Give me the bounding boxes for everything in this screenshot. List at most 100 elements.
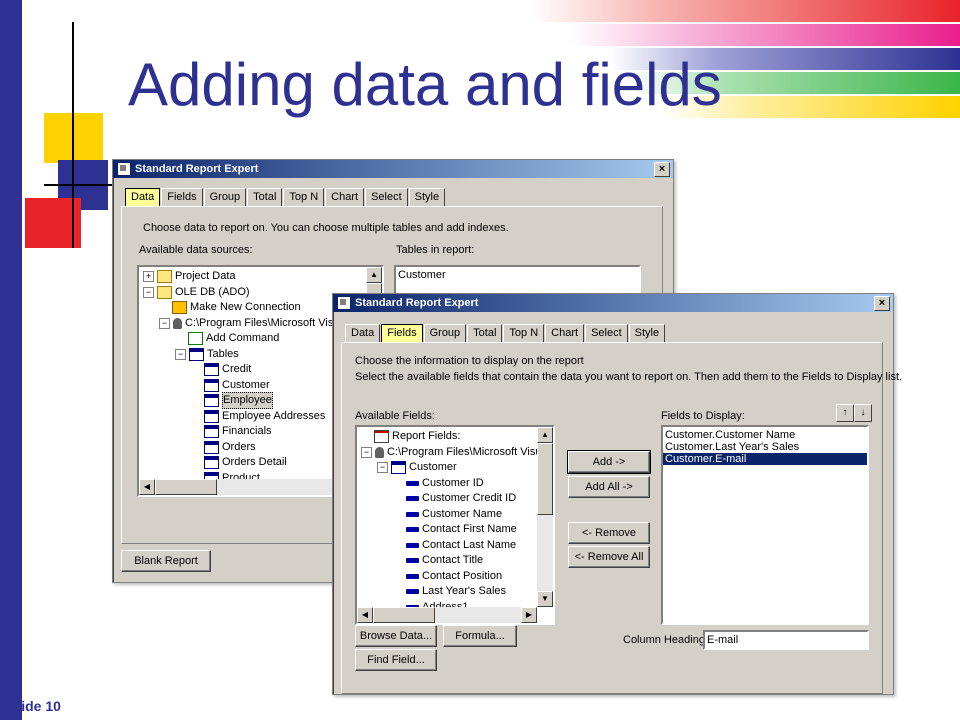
tree-item[interactable]: Customer bbox=[191, 378, 270, 393]
tab-group[interactable]: Group bbox=[203, 188, 247, 207]
tree-item[interactable]: Last Year's Sales bbox=[393, 584, 506, 599]
tree-item-label: Orders Detail bbox=[222, 456, 287, 468]
tree-item[interactable]: Address1 bbox=[393, 600, 468, 607]
tab-fields[interactable]: Fields bbox=[381, 324, 423, 343]
tab-total[interactable]: Total bbox=[247, 188, 283, 207]
field-icon bbox=[406, 558, 419, 563]
tree-item-label: Contact Position bbox=[422, 569, 503, 582]
add-button[interactable]: Add -> bbox=[567, 450, 651, 474]
tab-select[interactable]: Select bbox=[585, 324, 628, 343]
tree-item[interactable]: Employee Addresses bbox=[191, 409, 325, 424]
tree-item[interactable]: Contact Position bbox=[393, 569, 502, 584]
tree-item[interactable]: + Project Data bbox=[143, 269, 236, 284]
tab-group[interactable]: Group bbox=[423, 324, 467, 343]
field-icon bbox=[406, 573, 419, 579]
tree-item-label: OLE DB (ADO) bbox=[175, 285, 250, 298]
window-title: Standard Report Expert bbox=[135, 163, 259, 175]
tab-fields[interactable]: Fields bbox=[161, 188, 203, 207]
find-field-button[interactable]: Find Field... bbox=[355, 649, 437, 671]
database-icon bbox=[375, 446, 384, 458]
tree-item[interactable]: Contact Title bbox=[393, 553, 483, 568]
tree-item[interactable]: Financials bbox=[191, 424, 272, 439]
expand-icon[interactable]: + bbox=[143, 271, 154, 282]
tree-item[interactable]: − C:\Program Files\Microsoft Vis bbox=[159, 316, 333, 331]
table-icon bbox=[204, 394, 219, 407]
scroll-right-icon[interactable]: ▶ bbox=[521, 607, 537, 623]
add-all-button[interactable]: Add All -> bbox=[568, 476, 650, 498]
scroll-up-icon[interactable]: ▲ bbox=[537, 427, 553, 443]
scroll-thumb[interactable] bbox=[155, 479, 217, 495]
column-heading-input[interactable]: E-mail bbox=[703, 630, 869, 650]
tree-item[interactable]: − Tables bbox=[175, 347, 239, 362]
front-report-expert-window: Standard Report Expert × Data Fields Group… bbox=[332, 293, 902, 695]
tree-item[interactable]: Contact Last Name bbox=[393, 538, 516, 553]
remove-all-button[interactable]: <- Remove All bbox=[568, 546, 650, 568]
folder-icon bbox=[157, 270, 172, 283]
tab-top-n[interactable]: Top N bbox=[283, 188, 325, 207]
tab-top-n[interactable]: Top N bbox=[503, 324, 545, 343]
fields-to-display-list[interactable]: Customer.Customer Name Customer.Last Year… bbox=[661, 425, 869, 625]
horizontal-scrollbar[interactable]: ◀▶ bbox=[357, 607, 537, 623]
tree-item[interactable]: Customer Name bbox=[393, 507, 502, 522]
tree-item[interactable]: Make New Connection bbox=[159, 300, 301, 315]
tree-item[interactable]: Report Fields: bbox=[361, 429, 460, 444]
tab-data[interactable]: Data bbox=[345, 324, 381, 343]
app-icon bbox=[117, 162, 131, 176]
scroll-thumb[interactable] bbox=[373, 607, 435, 623]
move-up-button[interactable]: ↑ bbox=[836, 404, 854, 422]
blank-report-button[interactable]: Blank Report bbox=[121, 550, 211, 572]
tab-chart[interactable]: Chart bbox=[545, 324, 585, 343]
vertical-line-decoration bbox=[72, 22, 74, 248]
available-fields-tree[interactable]: Report Fields: − C:\Program Files\Microsof… bbox=[355, 425, 555, 625]
tab-select[interactable]: Select bbox=[365, 188, 408, 207]
back-window-titlebar[interactable]: Standard Report Expert bbox=[113, 160, 673, 178]
tab-total[interactable]: Total bbox=[467, 324, 503, 343]
front-window-titlebar[interactable]: Standard Report Expert bbox=[333, 294, 893, 312]
tab-style[interactable]: Style bbox=[408, 188, 446, 207]
tree-item[interactable]: Product bbox=[191, 471, 260, 479]
list-item[interactable]: Customer.E-mail bbox=[663, 453, 867, 465]
tree-item[interactable]: Contact First Name bbox=[393, 522, 517, 537]
tab-chart[interactable]: Chart bbox=[325, 188, 365, 207]
tree-item[interactable]: Orders bbox=[191, 440, 256, 455]
collapse-icon[interactable]: − bbox=[143, 286, 154, 298]
instruction-text: Choose data to report on. You can choose… bbox=[143, 222, 509, 234]
list-item[interactable]: Customer bbox=[396, 269, 639, 281]
tree-item[interactable]: − Customer bbox=[377, 460, 457, 475]
browse-data-button[interactable]: Browse Data... bbox=[355, 625, 437, 647]
scroll-left-icon[interactable]: ◀ bbox=[357, 607, 373, 623]
scroll-left-icon[interactable]: ◀ bbox=[139, 479, 155, 495]
scroll-up-icon[interactable]: ▲ bbox=[366, 267, 382, 283]
formula-button[interactable]: Formula... bbox=[443, 625, 517, 647]
vertical-scrollbar[interactable]: ▲▼ bbox=[537, 427, 553, 607]
collapse-icon[interactable]: − bbox=[377, 462, 388, 473]
tree-item[interactable]: − OLE DB (ADO) bbox=[143, 285, 250, 300]
tree-item-label: Project Data bbox=[175, 270, 236, 282]
tree-item-label: Make New Connection bbox=[190, 301, 301, 313]
close-button[interactable]: × bbox=[654, 162, 670, 177]
collapse-icon[interactable]: − bbox=[361, 446, 372, 458]
tree-item[interactable]: Customer ID bbox=[393, 476, 484, 491]
scroll-thumb[interactable] bbox=[537, 443, 553, 515]
tree-item[interactable]: Credit bbox=[191, 362, 251, 377]
move-down-button[interactable]: ↓ bbox=[854, 404, 872, 422]
tab-style[interactable]: Style bbox=[628, 324, 666, 343]
list-item[interactable]: Customer.Customer Name bbox=[663, 429, 867, 441]
tree-item[interactable]: Orders Detail bbox=[191, 455, 287, 470]
tree-item-label: Report Fields: bbox=[392, 430, 461, 442]
tab-data[interactable]: Data bbox=[125, 188, 161, 207]
tree-item[interactable]: Employee bbox=[191, 392, 273, 409]
collapse-icon[interactable]: − bbox=[175, 348, 186, 360]
scroll-down-icon[interactable]: ▼ bbox=[537, 591, 553, 607]
remove-button[interactable]: <- Remove bbox=[568, 522, 650, 544]
tree-item[interactable]: Add Command bbox=[175, 331, 279, 346]
app-icon bbox=[337, 296, 351, 310]
tree-item[interactable]: Customer Credit ID bbox=[393, 491, 516, 506]
field-icon bbox=[406, 496, 419, 501]
available-sources-label: Available data sources: bbox=[139, 244, 253, 256]
close-button[interactable]: × bbox=[874, 296, 890, 311]
slide-title: Adding data and fields bbox=[128, 51, 722, 118]
tree-item[interactable]: − C:\Program Files\Microsoft Visu bbox=[361, 445, 537, 460]
collapse-icon[interactable]: − bbox=[159, 317, 170, 329]
list-item[interactable]: Customer.Last Year's Sales bbox=[663, 441, 867, 453]
